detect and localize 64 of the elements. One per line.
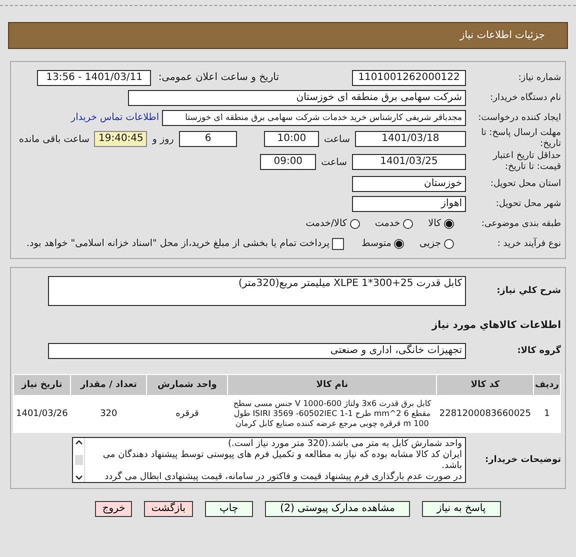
notes-line: ایران کد کالا مشابه بوده که نیاز به مطالعه و تکمیل فرم های پیوستی توسط پیشنهاد دهندگان می باشد. [102,450,462,471]
goods-group-field: تجهیزات خانگی، اداری و صنعتی [48,342,466,358]
notes-line: واحد شمارش کابل به متر می باشد.(320 متر مورد نیاز است.) [226,439,462,450]
requester-field: مجدباقر شریفی کارشناس خرید خدمات شرکت سهامی برق منطقه ای خوزستا [162,110,466,126]
field-label: استان محل تحویل: [489,178,561,188]
column-header: تاریخ نیاز [14,375,70,395]
need-number-field: 1101001262000122 [352,70,466,86]
announce-date-field: 1401/03/11 - 13:56 [37,70,152,86]
action-button[interactable]: چاپ [204,501,254,517]
column-header: نام کالا [228,375,436,395]
radio-label: متوسط [361,238,392,249]
radio-label: خدمت [374,218,400,229]
field-label: نوع فرآیند خرید : [496,238,561,248]
days-field: 6 [178,131,238,147]
description-field: کابل قدرت 25+300*1 XLPE میلیمتر مربع(320متر) [48,276,466,306]
scrollbar[interactable] [73,438,85,482]
radio-label: کالا [428,218,441,229]
field-label: مهلت ارسال پاسخ: تا تاریخ: [480,128,561,150]
scroll-thumb[interactable] [74,455,82,465]
column-header: واحد شمارش [147,375,228,395]
radio-label: جزیی [419,238,441,249]
field-label: تاریخ و ساعت اعلان عمومی: [158,72,279,83]
field-label: گروه کالا: [516,346,561,356]
deadline-date-field: 1401/03/18 [354,131,466,147]
buyer-field: شرکت سهامی برق منطقه ای خوزستان [128,90,466,106]
remaining-time-field: 19:40:45 [94,131,148,147]
column-header: کد کالا [437,375,534,395]
deadline-time-field: 10:00 [264,131,320,147]
time-label: ساعت [320,156,348,168]
action-button[interactable]: خروج [95,501,132,517]
radio-button[interactable] [444,238,454,248]
validity-time-field: 09:00 [260,154,316,170]
province-field: خوزستان [352,176,466,192]
field-label: نام دستگاه خریدار: [489,92,561,102]
city-field: اهواز [352,196,466,212]
action-button[interactable]: پاسخ به نیاز [422,501,501,517]
field-label: ایجاد کننده درخواست: [477,112,561,122]
field-label: توضیحات خریدار: [484,455,561,465]
radio-button[interactable] [350,218,360,228]
field-label: طبقه بندی موضوعی: [480,218,561,228]
action-button[interactable]: بازگشت [144,501,192,517]
scroll-up-icon[interactable] [74,440,82,445]
field-label: شهر محل تحویل: [494,198,561,208]
buyer-contact-link[interactable]: اطلاعات تماس خریدار [70,112,159,123]
days-label: روز و [151,134,175,144]
scroll-down-icon[interactable] [74,475,82,480]
field-label: شرح کلي نياز: [496,286,561,296]
field-label: شماره نیاز: [517,72,561,82]
column-header: ردیف [534,375,560,395]
section-title: اطلاعات کالاهاي مورد نياز [432,320,561,331]
time-label: ساعت [323,134,351,144]
validity-date-field: 1401/03/25 [352,154,466,170]
field-label: حداقل تاریخ اعتبار قیمت: تا تاریخ: [492,151,561,173]
header-title: جزئیات اطلاعات نیاز [460,30,545,41]
radio-button[interactable] [403,218,414,228]
action-button[interactable]: مشاهده مدارک پیوستی (2) [265,501,410,517]
column-header: تعداد / مقدار [70,375,146,395]
checkbox[interactable] [332,238,344,250]
notes-line: در صورت عدم بارگذاری فرم پیشنهاد قیمت و فاکتور در سامانه، قیمت پیشنهادی ابطال می گردد [104,472,462,482]
radio-label: کالا/خدمت [306,218,347,229]
radio-button[interactable] [394,238,404,248]
remaining-label: ساعت باقی مانده [18,134,90,144]
checkbox-label: پرداخت تمام یا بخشی از مبلغ خرید،از محل "اسناد خزانه اسلامی" خواهد بود. [26,238,330,249]
radio-button[interactable] [444,218,454,228]
